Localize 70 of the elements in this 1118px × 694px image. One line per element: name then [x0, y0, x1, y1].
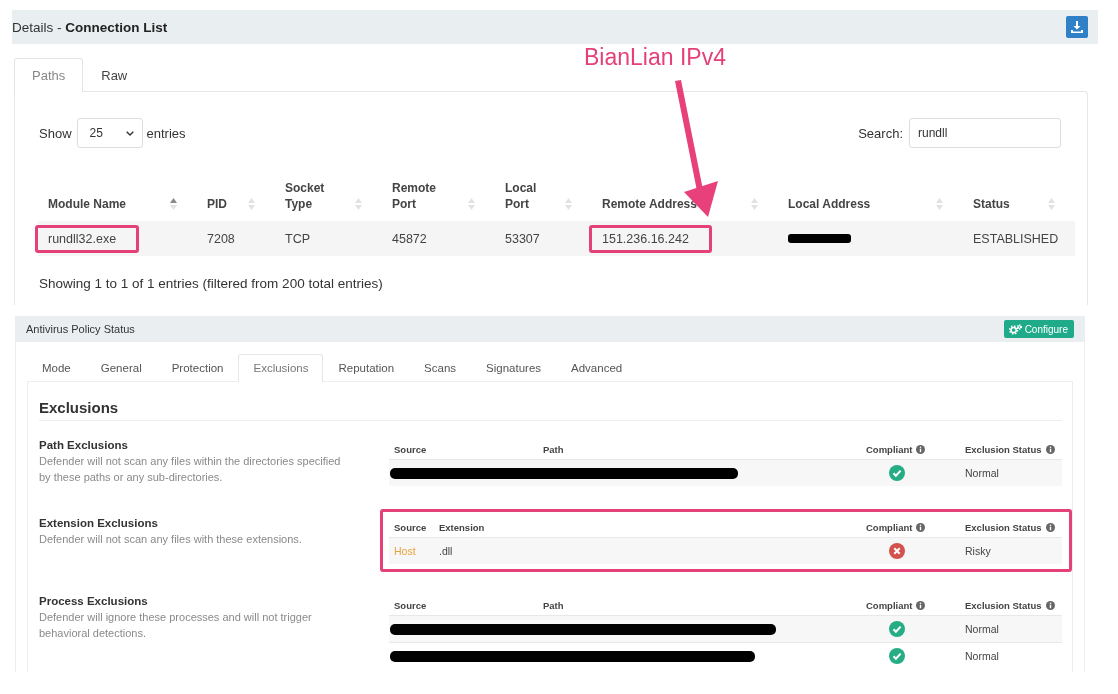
- tab[interactable]: Signatures: [471, 354, 557, 382]
- info-icon[interactable]: [916, 444, 926, 454]
- section-description: Defender will ignore these processes and will not trigger behavioral detections.: [39, 610, 313, 641]
- column-header: Path: [543, 599, 564, 611]
- tab[interactable]: General: [85, 354, 157, 382]
- table-cell: 151.236.16.242: [589, 224, 712, 253]
- column-header: Extension: [439, 521, 485, 533]
- column-header: Exclusion Status: [965, 443, 1042, 455]
- tab[interactable]: Protection: [156, 354, 239, 382]
- table-cell-text: .dll: [438, 545, 454, 557]
- section-heading: Exclusions: [39, 382, 1062, 421]
- table-cell: ESTABLISHED: [973, 231, 1059, 246]
- download-button[interactable]: [1066, 16, 1088, 38]
- table-cell-text: Normal: [964, 650, 1000, 662]
- show-label: Show: [39, 125, 72, 141]
- tab[interactable]: Advanced: [556, 354, 638, 382]
- info-icon[interactable]: [1045, 522, 1055, 532]
- info-icon[interactable]: [916, 600, 926, 610]
- column-header: Exclusion Status: [965, 599, 1042, 611]
- table-cell-text: Normal: [964, 623, 1000, 635]
- info-icon[interactable]: [1045, 600, 1055, 610]
- tab[interactable]: Reputation: [323, 354, 410, 382]
- table-cell: 45872: [392, 231, 427, 246]
- column-header: Source: [394, 599, 427, 611]
- table-cell: 7208: [207, 231, 235, 246]
- search-label: Search:: [858, 125, 903, 141]
- column-header: Compliant: [866, 521, 913, 533]
- column-header[interactable]: Module Name: [48, 196, 126, 212]
- download-icon: [1071, 21, 1083, 33]
- section-title: Process Exclusions: [39, 594, 149, 609]
- section-description: Defender will not scan any files within the directories specified by these paths or any sub-directories.: [39, 454, 342, 485]
- column-header: Compliant: [866, 599, 913, 611]
- column-header[interactable]: Status: [973, 196, 1010, 212]
- tab[interactable]: Scans: [409, 354, 472, 382]
- column-header: Source: [394, 521, 427, 533]
- panel-title: Antivirus Policy Status: [26, 323, 135, 335]
- column-header: Source: [394, 443, 427, 455]
- tab[interactable]: Raw: [83, 58, 146, 92]
- column-header[interactable]: Local Port: [505, 180, 557, 212]
- info-icon[interactable]: [916, 522, 926, 532]
- column-header: Exclusion Status: [965, 521, 1042, 533]
- column-header[interactable]: Remote Port: [392, 180, 460, 212]
- table-cell-text: Normal: [964, 467, 1000, 479]
- column-header: Path: [543, 443, 564, 455]
- table-cell: rundll32.exe: [35, 224, 140, 253]
- column-header[interactable]: Socket Type: [285, 180, 347, 212]
- table-info: Showing 1 to 1 of 1 entries (filtered from 200 total entries): [39, 276, 384, 292]
- section-title: Extension Exclusions: [39, 516, 159, 531]
- column-header: Compliant: [866, 443, 913, 455]
- info-icon[interactable]: [1045, 444, 1055, 454]
- column-header[interactable]: PID: [207, 196, 227, 212]
- column-header[interactable]: Remote Address: [602, 196, 697, 212]
- tab[interactable]: Exclusions: [238, 354, 324, 382]
- table-cell: TCP: [285, 231, 310, 246]
- tab[interactable]: Mode: [27, 354, 86, 382]
- section-description: Defender will not scan any files with these extensions.: [39, 532, 303, 547]
- table-cell-text: Host: [393, 545, 417, 557]
- sort-icon[interactable]: [170, 198, 177, 210]
- entries-label: entries: [146, 125, 186, 141]
- chevron-down-icon: [125, 130, 134, 136]
- panel-title: Details - Connection List: [12, 19, 168, 35]
- search-field[interactable]: rundll: [909, 118, 1061, 148]
- table-cell: 53307: [505, 231, 540, 246]
- column-header[interactable]: Local Address: [788, 196, 871, 212]
- page-size-select[interactable]: 25: [76, 118, 143, 148]
- tab[interactable]: Paths: [14, 58, 84, 92]
- annotation-label: BianLian IPv4: [584, 43, 726, 71]
- table-cell-text: Risky: [964, 545, 992, 557]
- section-title: Path Exclusions: [39, 438, 129, 453]
- gears-icon: [1008, 323, 1022, 335]
